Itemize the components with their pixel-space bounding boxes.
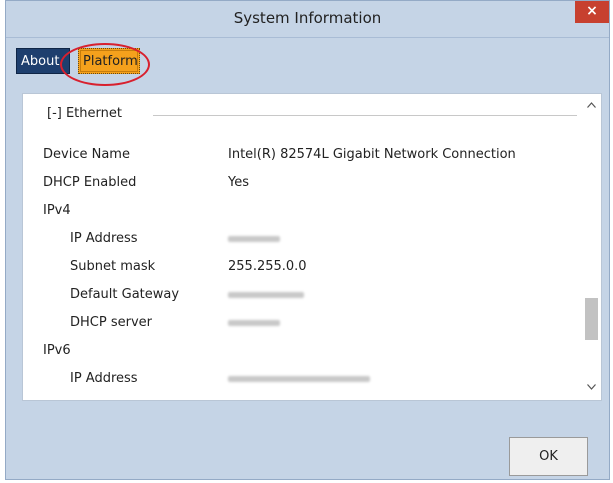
chevron-down-icon	[587, 384, 596, 390]
info-row-default-gateway: Default Gateway	[23, 281, 583, 309]
info-row-ipv4-address: IP Address	[23, 225, 583, 253]
info-row-ipv4: IPv4	[23, 197, 583, 225]
title-bar: System Information ×	[6, 1, 609, 37]
close-icon: ×	[586, 3, 598, 19]
row-label: Device Name	[43, 147, 130, 162]
row-label: Default Gateway	[70, 287, 180, 302]
row-value: 0.0.0.0	[228, 393, 273, 400]
row-value: 255.255.0.0	[228, 259, 307, 274]
scrollbar-thumb[interactable]	[585, 298, 598, 340]
tab-platform[interactable]: Platform	[78, 48, 140, 74]
redacted-value	[228, 376, 370, 382]
row-label: Subnet mask	[70, 259, 156, 274]
info-row-ipv6: IPv6	[23, 337, 583, 365]
info-row-dhcp-server: DHCP server	[23, 309, 583, 337]
scroll-up-button[interactable]	[583, 97, 600, 115]
redacted-value	[228, 320, 280, 326]
vertical-scrollbar[interactable]	[583, 95, 600, 399]
info-row-ipv6-subnet: Subnet mask 0.0.0.0	[23, 393, 583, 400]
row-label: IPv6	[43, 343, 71, 358]
ok-button[interactable]: OK	[509, 437, 588, 476]
row-label: IPv4	[43, 203, 71, 218]
platform-info-panel: [-] Ethernet Device Name Intel(R) 82574L…	[22, 93, 602, 401]
system-information-window: System Information × About Platform [-] …	[5, 0, 610, 480]
redacted-value	[228, 236, 280, 242]
redacted-value	[228, 292, 304, 298]
row-label: IP Address	[70, 231, 138, 246]
chevron-up-icon	[587, 102, 596, 108]
row-label: DHCP Enabled	[43, 175, 137, 190]
tab-bar: About Platform	[6, 37, 609, 86]
info-row-dhcp-enabled: DHCP Enabled Yes	[23, 169, 583, 197]
info-row-ipv6-address: IP Address	[23, 365, 583, 393]
info-row-ipv4-subnet: Subnet mask 255.255.0.0	[23, 253, 583, 281]
row-label: Subnet mask	[70, 393, 155, 400]
tab-about[interactable]: About	[16, 48, 70, 74]
info-row-device-name: Device Name Intel(R) 82574L Gigabit Netw…	[23, 141, 583, 169]
row-label: IP Address	[70, 371, 138, 386]
section-divider	[153, 115, 577, 116]
dialog-footer: OK	[6, 409, 609, 479]
window-title: System Information	[233, 9, 382, 27]
row-value: Yes	[228, 175, 249, 190]
row-value: Intel(R) 82574L Gigabit Network Connecti…	[228, 147, 516, 162]
close-button[interactable]: ×	[575, 1, 609, 23]
row-label: DHCP server	[70, 315, 152, 330]
ethernet-section-header[interactable]: [-] Ethernet	[47, 106, 122, 121]
scroll-down-button[interactable]	[583, 379, 600, 397]
